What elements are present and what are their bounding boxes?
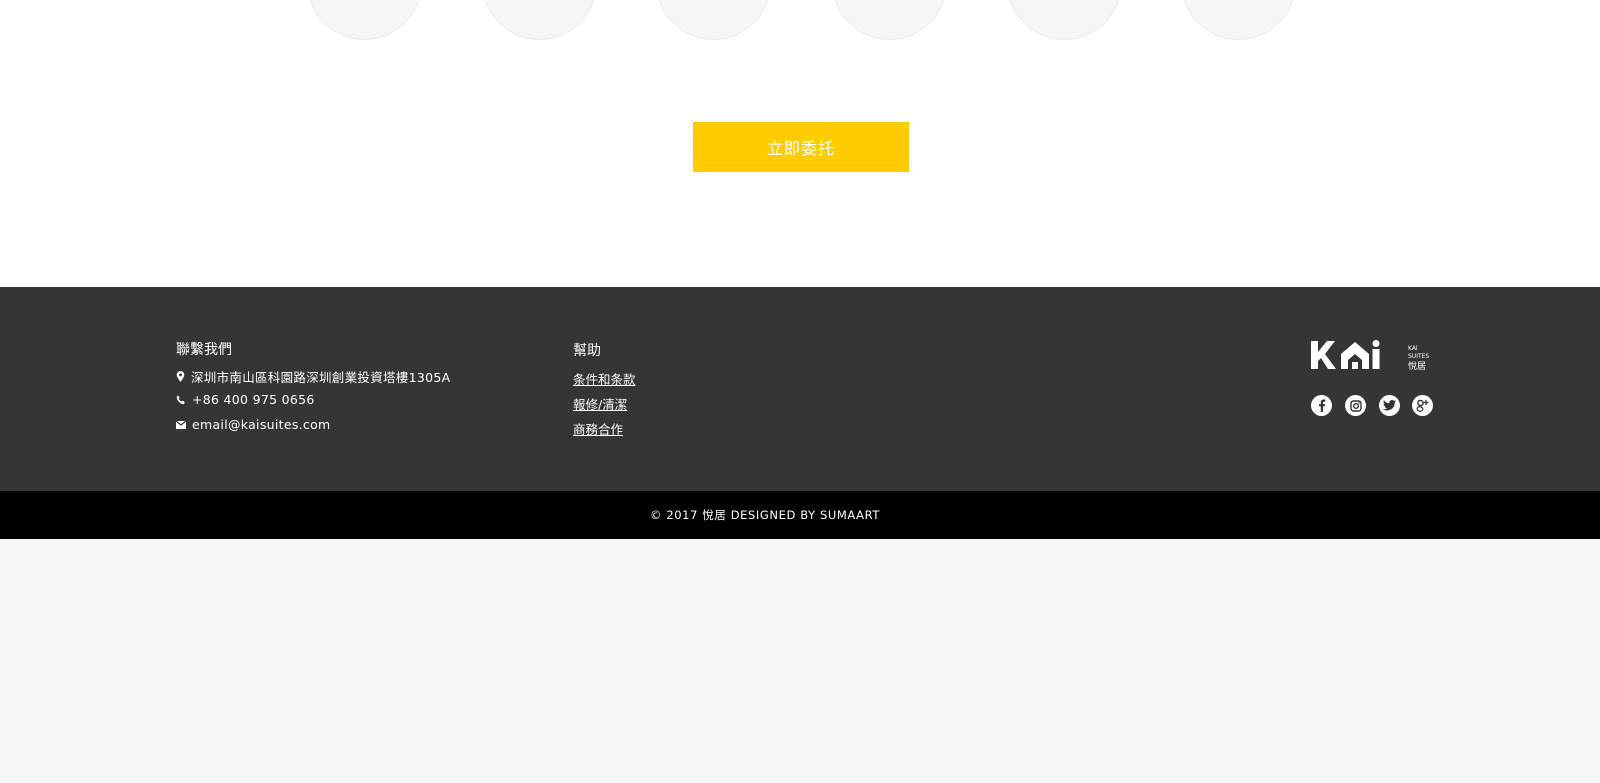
phone-line: +86 400 975 0656 bbox=[176, 392, 315, 407]
phone-icon bbox=[176, 395, 185, 404]
business-cooperation-link[interactable]: 商務合作 bbox=[573, 419, 623, 438]
email-text: email@kaisuites.com bbox=[192, 417, 331, 432]
address-line: 深圳市南山區科園路深圳創業投資塔樓1305A bbox=[176, 367, 450, 386]
address-text: 深圳市南山區科園路深圳創業投資塔樓1305A bbox=[191, 370, 451, 385]
facebook-icon bbox=[1319, 399, 1326, 412]
terms-link[interactable]: 条件和条款 bbox=[573, 369, 636, 388]
logo-text-cn: 悅居 bbox=[1408, 360, 1426, 371]
feature-circle bbox=[307, 0, 422, 40]
feature-circle bbox=[832, 0, 947, 40]
twitter-button[interactable] bbox=[1379, 395, 1400, 416]
instagram-icon bbox=[1349, 399, 1362, 412]
contact-title: 聯繫我們 bbox=[176, 342, 232, 358]
kai-suites-logo: KAI SUITES 悅居 bbox=[1311, 340, 1429, 371]
top-section: 立即委托 bbox=[0, 0, 1600, 287]
feature-circle bbox=[1007, 0, 1122, 40]
feature-circle bbox=[656, 0, 771, 40]
feature-circle bbox=[482, 0, 597, 40]
feature-circle bbox=[1181, 0, 1296, 40]
facebook-button[interactable] bbox=[1311, 395, 1332, 416]
footer: 聯繫我們 深圳市南山區科園路深圳創業投資塔樓1305A +86 400 975 … bbox=[0, 287, 1600, 491]
copyright-bar: © 2017 悅居 DESIGNED BY SUMAART bbox=[0, 491, 1600, 539]
location-pin-icon bbox=[176, 371, 185, 382]
repair-cleaning-link[interactable]: 報修/清潔 bbox=[573, 394, 627, 413]
copyright-text: © 2017 悅居 DESIGNED BY SUMAART bbox=[649, 508, 881, 522]
google-plus-button[interactable] bbox=[1412, 395, 1433, 416]
email-line: email@kaisuites.com bbox=[176, 417, 331, 432]
envelope-icon bbox=[176, 420, 186, 429]
logo-text-kai: KAI bbox=[1408, 345, 1418, 352]
entrust-now-button[interactable]: 立即委托 bbox=[693, 122, 909, 172]
help-title: 幫助 bbox=[573, 343, 601, 359]
phone-text: +86 400 975 0656 bbox=[192, 392, 315, 407]
google-plus-icon bbox=[1416, 399, 1429, 412]
instagram-button[interactable] bbox=[1345, 395, 1366, 416]
logo-text-suites: SUITES bbox=[1408, 353, 1429, 360]
twitter-icon bbox=[1383, 400, 1396, 411]
